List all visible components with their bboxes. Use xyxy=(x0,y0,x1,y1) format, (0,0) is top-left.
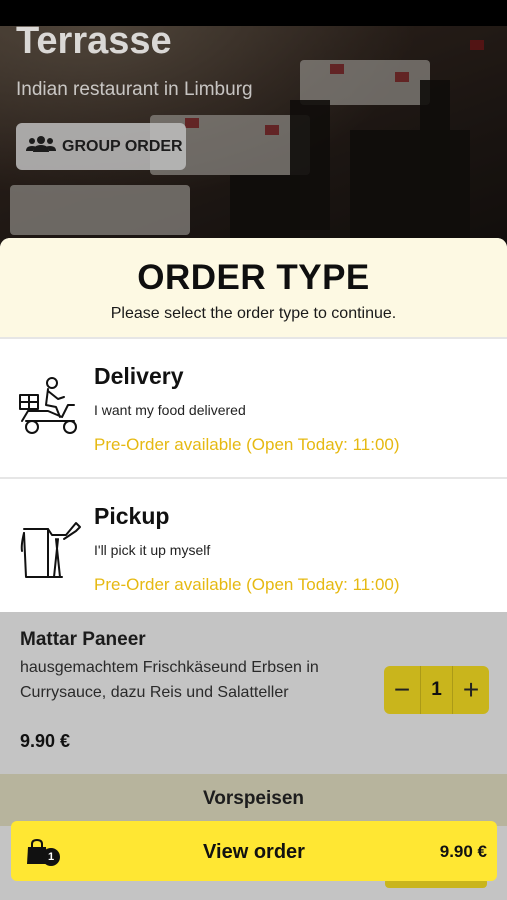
scooter-delivery-icon xyxy=(18,377,82,441)
view-order-label: View order xyxy=(203,841,305,863)
order-type-modal: ORDER TYPE Please select the order type … xyxy=(0,238,507,612)
pickup-option-availability: Pre-Order available (Open Today: 11:00) xyxy=(94,575,400,594)
modal-title: ORDER TYPE xyxy=(137,258,370,297)
group-order-button[interactable]: GROUP ORDER xyxy=(16,123,186,170)
section-title: Vorspeisen xyxy=(202,788,305,809)
delivery-option-availability: Pre-Order available (Open Today: 11:00) xyxy=(94,435,400,454)
menu-item-description: hausgemachtem Frischkäseund Erbsen in Cu… xyxy=(20,659,319,701)
group-icon xyxy=(26,135,56,158)
delivery-option-description: I want my food delivered xyxy=(94,402,246,418)
pickup-option-description: I'll pick it up myself xyxy=(94,542,211,558)
delivery-option-name: Delivery xyxy=(94,363,184,389)
increase-quantity-button[interactable]: + xyxy=(453,666,489,714)
quantity-stepper: − 1 + xyxy=(384,666,489,714)
modal-subtitle: Please select the order type to continue… xyxy=(110,305,397,322)
menu-item-price: 9.90 € xyxy=(20,731,71,751)
decrease-quantity-button[interactable]: − xyxy=(384,666,420,714)
cart-total: 9.90 € xyxy=(439,842,487,861)
pickup-bag-icon xyxy=(18,517,82,581)
group-order-label: GROUP ORDER xyxy=(62,137,183,155)
pickup-option-name: Pickup xyxy=(94,503,170,529)
restaurant-tagline: Indian restaurant in Limburg xyxy=(16,79,253,100)
view-order-button[interactable]: 1 View order 9.90 € xyxy=(11,821,497,881)
menu-item-name[interactable]: Mattar Paneer xyxy=(20,629,146,651)
restaurant-name: Terrasse xyxy=(16,20,172,62)
delivery-option[interactable]: Delivery I want my food delivered Pre-Or… xyxy=(0,337,507,474)
status-bar xyxy=(0,0,507,26)
pickup-option[interactable]: Pickup I'll pick it up myself Pre-Order … xyxy=(0,477,507,612)
quantity-value: 1 xyxy=(420,666,453,714)
modal-header: ORDER TYPE Please select the order type … xyxy=(0,238,507,337)
